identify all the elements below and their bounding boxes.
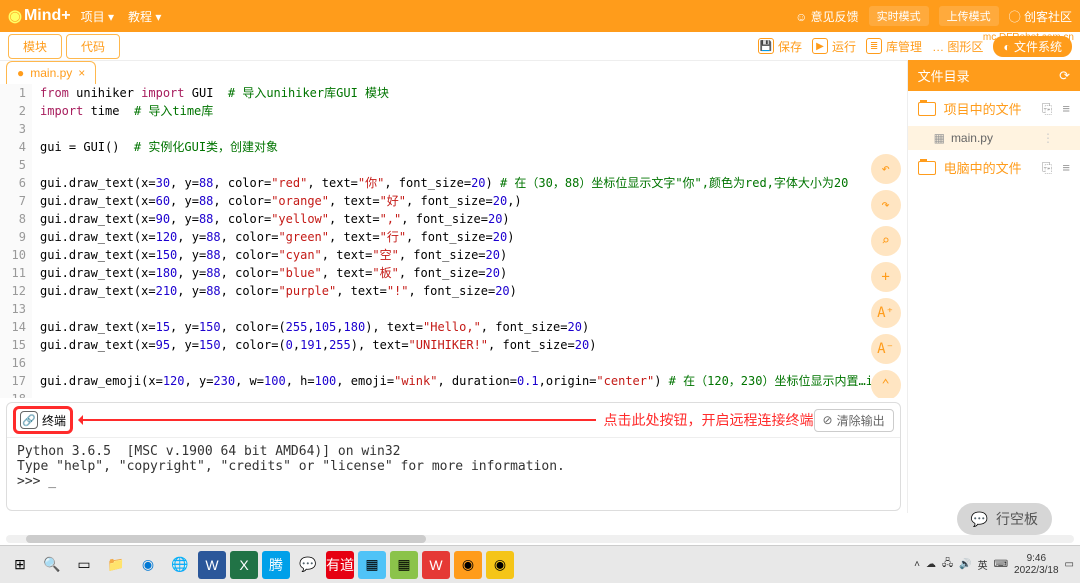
file-tab-main[interactable]: ● main.py × xyxy=(6,61,96,84)
section-label: 电脑中的文件 xyxy=(944,158,1022,177)
file-explorer-header: 文件目录 ⟳ xyxy=(908,60,1080,91)
terminal-label: 终端 xyxy=(42,412,66,429)
main: ● main.py × 1234567891011121314151617181… xyxy=(0,60,1080,513)
app-icon-3[interactable]: ◉ xyxy=(486,551,514,579)
url-badge: mc.DFRobot.com.cn xyxy=(983,32,1074,43)
app-header: Mind+ 项目 ▾ 教程 ▾ ☺ 意见反馈 实时模式 上传模式 ◯ 创客社区 xyxy=(0,0,1080,32)
wechat-badge: 💬 行空板 xyxy=(957,503,1052,535)
editor-pane: ● main.py × 1234567891011121314151617181… xyxy=(0,60,907,513)
start-button[interactable]: ⊞ xyxy=(6,551,34,579)
clear-icon: ⊘ xyxy=(823,413,833,427)
tab-code[interactable]: 代码 xyxy=(66,34,120,59)
menu-project[interactable]: 项目 ▾ xyxy=(81,8,114,25)
header-right: ☺ 意见反馈 实时模式 上传模式 ◯ 创客社区 xyxy=(795,6,1072,26)
scroll-top-button[interactable]: ⌃ xyxy=(871,370,901,398)
more-icon[interactable]: ⋮ xyxy=(1042,131,1054,145)
code-area[interactable]: 123456789101112131415161718192021 from u… xyxy=(0,84,907,398)
file-tab-name: main.py xyxy=(30,66,72,80)
new-file-icon[interactable]: ⎘ xyxy=(1042,160,1052,176)
maker-community-button[interactable]: ◯ 创客社区 xyxy=(1009,8,1072,25)
link-icon: 🔗 xyxy=(20,411,38,429)
terminal-body[interactable]: Python 3.6.5 [MSC v.1900 64 bit AMD64)] … xyxy=(7,438,900,510)
tray-cloud-icon[interactable]: ☁ xyxy=(926,559,936,570)
notifications-icon[interactable]: ▭ xyxy=(1065,559,1074,570)
logo: Mind+ xyxy=(8,6,71,26)
section-project-files[interactable]: 项目中的文件 ⎘ ≡ xyxy=(908,91,1080,126)
terminal-header: 🔗 终端 点击此处按钮，开启远程连接终端 ⊘ 清除输出 xyxy=(7,403,900,438)
wechat-taskbar-icon[interactable]: 💬 xyxy=(294,551,322,579)
search-button[interactable]: ⌕ xyxy=(871,226,901,256)
search-icon[interactable]: 🔍 xyxy=(38,551,66,579)
file-item-mainpy[interactable]: main.py ⋮ xyxy=(908,126,1080,150)
file-explorer-title: 文件目录 xyxy=(918,66,970,85)
add-button[interactable]: + xyxy=(871,262,901,292)
section-computer-files[interactable]: 电脑中的文件 ⎘ ≡ xyxy=(908,150,1080,185)
lib-icon: ≣ xyxy=(866,38,882,54)
feedback-button[interactable]: ☺ 意见反馈 xyxy=(795,8,859,25)
folder-icon xyxy=(918,161,936,175)
task-view-icon[interactable]: ▭ xyxy=(70,551,98,579)
font-smaller-button[interactable]: A⁻ xyxy=(871,334,901,364)
terminal-hint: 点击此处按钮，开启远程连接终端 xyxy=(604,410,814,430)
app-icon[interactable]: ▦ xyxy=(358,551,386,579)
file-tab-icon: ● xyxy=(17,66,24,80)
zone-button[interactable]: … 图形区 xyxy=(932,38,983,55)
app-icon-2[interactable]: ▦ xyxy=(390,551,418,579)
clear-output-button[interactable]: ⊘ 清除输出 xyxy=(814,409,894,432)
arrow-annotation xyxy=(81,419,596,421)
explorer-icon[interactable]: 📁 xyxy=(102,551,130,579)
system-tray: ˄ ☁ 🖧 🔊 英 ⌨ 9:46 2022/3/18 ▭ xyxy=(914,553,1074,577)
clock[interactable]: 9:46 2022/3/18 xyxy=(1014,553,1059,577)
youdao-icon[interactable]: 有道 xyxy=(326,551,354,579)
file-tabs: ● main.py × xyxy=(0,61,907,84)
section-label: 项目中的文件 xyxy=(944,99,1022,118)
tray-keyboard-icon[interactable]: ⌨ xyxy=(994,559,1008,570)
terminal-connect-button[interactable]: 🔗 终端 xyxy=(13,406,73,434)
file-name: main.py xyxy=(951,131,993,145)
file-explorer: 文件目录 ⟳ 项目中的文件 ⎘ ≡ main.py ⋮ 电脑中的文件 ⎘ ≡ xyxy=(907,60,1080,513)
close-icon[interactable]: × xyxy=(78,66,85,80)
edge-icon[interactable]: ◉ xyxy=(134,551,162,579)
windows-taskbar: ⊞ 🔍 ▭ 📁 ◉ 🌐 W X 腾 💬 有道 ▦ ▦ W ◉ ◉ ˄ ☁ 🖧 🔊… xyxy=(0,545,1080,583)
wechat-icon: 💬 xyxy=(971,511,988,528)
code-content[interactable]: from unihiker import GUI # 导入unihiker库GU… xyxy=(32,84,907,398)
chrome-icon[interactable]: 🌐 xyxy=(166,551,194,579)
tray-volume-icon[interactable]: 🔊 xyxy=(959,559,971,570)
list-icon[interactable]: ≡ xyxy=(1062,101,1070,117)
menu-tutorial[interactable]: 教程 ▾ xyxy=(128,8,161,25)
tray-ime[interactable]: 英 xyxy=(978,557,988,572)
lib-button[interactable]: ≣库管理 xyxy=(866,38,922,55)
wps-icon[interactable]: W xyxy=(422,551,450,579)
redo-button[interactable]: ↷ xyxy=(871,190,901,220)
section-ops: ⎘ ≡ xyxy=(1042,101,1070,117)
folder-icon xyxy=(918,102,936,116)
run-button[interactable]: ▶运行 xyxy=(812,38,856,55)
upload-mode-button[interactable]: 上传模式 xyxy=(939,6,999,26)
save-button[interactable]: 💾保存 xyxy=(758,38,802,55)
realtime-mode-button[interactable]: 实时模式 xyxy=(869,6,929,26)
terminal-panel: 🔗 终端 点击此处按钮，开启远程连接终端 ⊘ 清除输出 Python 3.6.5… xyxy=(6,402,901,511)
excel-icon[interactable]: X xyxy=(230,551,258,579)
save-icon: 💾 xyxy=(758,38,774,54)
toolbar: 模块 代码 💾保存 ▶运行 ≣库管理 … 图形区 ◐ 文件系统 xyxy=(0,32,1080,60)
horizontal-scrollbar[interactable] xyxy=(6,535,1074,543)
mindplus-taskbar-icon[interactable]: ◉ xyxy=(454,551,482,579)
new-file-icon[interactable]: ⎘ xyxy=(1042,101,1052,117)
tray-network-icon[interactable]: 🖧 xyxy=(942,556,953,573)
list-icon[interactable]: ≡ xyxy=(1062,160,1070,176)
font-larger-button[interactable]: A⁺ xyxy=(871,298,901,328)
section-ops: ⎘ ≡ xyxy=(1042,160,1070,176)
undo-button[interactable]: ↶ xyxy=(871,154,901,184)
wechat-label: 行空板 xyxy=(996,509,1038,529)
float-buttons: ↶ ↷ ⌕ + A⁺ A⁻ ⌃ xyxy=(871,154,901,398)
play-icon: ▶ xyxy=(812,38,828,54)
gutter: 123456789101112131415161718192021 xyxy=(0,84,32,398)
tab-blocks[interactable]: 模块 xyxy=(8,34,62,59)
word-icon[interactable]: W xyxy=(198,551,226,579)
tray-chevron-icon[interactable]: ˄ xyxy=(914,559,920,570)
refresh-icon[interactable]: ⟳ xyxy=(1059,68,1070,84)
tencent-icon[interactable]: 腾 xyxy=(262,551,290,579)
